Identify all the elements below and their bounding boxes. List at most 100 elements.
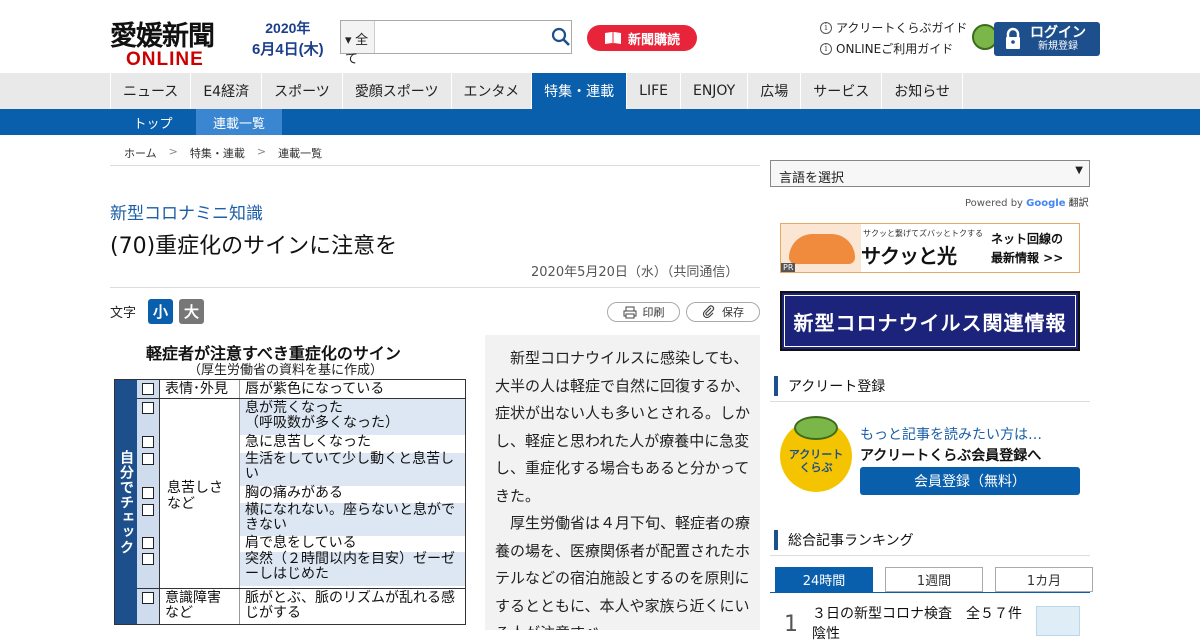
divider — [110, 287, 760, 288]
save-button[interactable]: 保存 — [686, 302, 760, 322]
checkbox — [142, 436, 154, 448]
sign-text: 急に息苦しくなった — [245, 434, 371, 450]
club-lead-text: もっと記事を読みたい方は… — [860, 427, 1042, 443]
tab-1week[interactable]: 1週間 — [885, 567, 983, 592]
checklist-side-label: 自分でチェック — [115, 380, 137, 624]
nav-life[interactable]: LIFE — [626, 73, 680, 109]
save-label: 保存 — [722, 306, 744, 319]
category-breathing: 息苦しさ など — [167, 480, 223, 512]
logo-title: 愛媛新聞 — [110, 21, 215, 52]
print-button[interactable]: 印刷 — [607, 302, 680, 322]
member-register-button[interactable]: 会員登録（無料） — [860, 467, 1080, 495]
sign-text: 横になれない。座らないと息ができない — [245, 502, 455, 533]
logo-subtitle: ONLINE — [126, 49, 204, 70]
lock-icon — [1006, 27, 1020, 49]
font-size-label: 文字 — [110, 306, 137, 321]
search-input[interactable] — [375, 21, 551, 53]
nav-enjoy[interactable]: ENJOY — [679, 73, 747, 109]
sign-text: 肩で息をしている — [245, 535, 357, 551]
search-scope-select[interactable]: ▾ 全て — [341, 21, 375, 66]
divider — [770, 592, 1090, 593]
covid-info-banner[interactable]: 新型コロナウイルス関連情報 — [780, 291, 1080, 351]
printer-icon — [623, 306, 636, 318]
acrete-heading-label: アクリート登録 — [788, 378, 886, 395]
google-translate-credit: Powered by Google 翻訳 — [965, 194, 1089, 209]
online-guide-label: ONLINEご利用ガイド — [836, 42, 954, 56]
checkbox — [142, 537, 154, 549]
checklist-table: 自分でチェック 表情･外見 唇が紫色になっている 息が荒くなった （呼吸数が多く… — [114, 379, 466, 625]
ranking-section-heading: 総合記事ランキング — [770, 524, 1090, 556]
search-icon — [551, 27, 570, 46]
sign-text: 息が荒くなった （呼吸数が多くなった） — [245, 400, 399, 431]
nav-egao-sports[interactable]: 愛顔スポーツ — [341, 73, 451, 109]
search-scope-value: 全て — [345, 32, 369, 66]
nav-features[interactable]: 特集・連載 — [531, 73, 627, 109]
language-select[interactable]: 言語を選択 ▼ — [770, 160, 1090, 187]
nav-services[interactable]: サービス — [800, 73, 881, 109]
frog-icon — [794, 416, 838, 440]
info-icon: i — [820, 42, 832, 55]
tab-1month[interactable]: 1カ月 — [995, 567, 1093, 592]
ad1-line1: ネット回線の — [991, 232, 1064, 246]
pr-badge: PR — [781, 263, 796, 272]
subnav-top[interactable]: トップ — [110, 109, 196, 135]
subscribe-button[interactable]: 新聞購読 — [587, 25, 697, 51]
breadcrumb: ホーム > 特集・連載 > 連載一覧 — [124, 145, 322, 161]
ad1-brand: サクッと光 — [861, 244, 957, 268]
date-day: 6月4日(木) — [252, 41, 324, 58]
checkbox — [142, 402, 154, 414]
online-guide-link[interactable]: i ONLINEご利用ガイド — [820, 40, 953, 57]
search-bar: ▾ 全て — [340, 20, 572, 66]
font-small-button[interactable]: 小 — [148, 299, 174, 324]
paperclip-icon — [702, 305, 715, 319]
ad1-line2: 最新情報 >> — [991, 251, 1064, 265]
acrete-section-heading: アクリート登録 — [770, 370, 1090, 402]
acrete-guide-link[interactable]: i アクリートくらぶガイド — [820, 19, 967, 36]
font-size-control: 文字 小 大 — [110, 299, 205, 324]
dropdown-arrow-icon: ▼ — [1075, 165, 1083, 176]
nav-e4-economy[interactable]: E4経済 — [190, 73, 261, 109]
sign-text: 突然（２時間以内を目安）ゼーゼーしはじめた — [245, 551, 455, 582]
info-icon: i — [820, 21, 832, 34]
powered-by-label: Powered by — [965, 198, 1023, 209]
checkbox — [142, 383, 154, 395]
nav-forum[interactable]: 広場 — [747, 73, 800, 109]
breadcrumb-features[interactable]: 特集・連載 — [190, 145, 245, 161]
main-nav: ニュース E4経済 スポーツ 愛顔スポーツ エンタメ 特集・連載 LIFE EN… — [0, 73, 1200, 109]
font-large-button[interactable]: 大 — [179, 299, 205, 324]
language-select-label: 言語を選択 — [779, 171, 845, 186]
checkbox — [142, 553, 154, 565]
site-logo[interactable]: 愛媛新聞 ONLINE — [110, 14, 240, 71]
sign-text: 唇が紫色になっている — [245, 381, 385, 397]
nav-news[interactable]: ニュース — [110, 73, 190, 109]
article-body: 新型コロナウイルスに感染しても、大半の人は軽症で自然に回復するか、症状が出ない人… — [485, 335, 760, 630]
google-label: Google — [1026, 198, 1066, 209]
rank-number: 1 — [784, 612, 798, 637]
sakutto-hikari-ad[interactable]: PR サクッと繋げてズバッとトクする サクッと光 ネット回線の 最新情報 >> — [780, 223, 1080, 273]
article-category[interactable]: 新型コロナミニ知識 — [110, 199, 263, 224]
ranking-heading-label: 総合記事ランキング — [788, 532, 914, 549]
sign-text: 生活をしていて少し動くと息苦しい — [245, 451, 455, 482]
club-cta-text[interactable]: アクリートくらぶ会員登録へ — [860, 445, 1041, 465]
checkbox — [142, 592, 154, 604]
nav-sports[interactable]: スポーツ — [261, 73, 342, 109]
login-button[interactable]: ログイン 新規登録 — [994, 22, 1100, 56]
subscribe-label: 新聞購読 — [627, 32, 680, 48]
rank-item-title[interactable]: ３日の新型コロナ検査 全５７件陰性 — [812, 604, 1032, 644]
nav-entertainment[interactable]: エンタメ — [450, 73, 532, 109]
breadcrumb-series-list[interactable]: 連載一覧 — [278, 145, 322, 161]
covid-info-label: 新型コロナウイルス関連情報 — [784, 295, 1076, 347]
checkbox — [142, 453, 154, 465]
search-button[interactable] — [551, 21, 571, 53]
category-consciousness: 意識障害 など — [165, 590, 221, 621]
acrete-club-badge: アクリートくらぶ — [780, 416, 852, 492]
checkbox — [142, 504, 154, 516]
figure-subtitle: （厚生労働省の資料を基に作成） — [188, 363, 384, 378]
nav-notices[interactable]: お知らせ — [881, 73, 963, 109]
print-label: 印刷 — [642, 306, 665, 319]
subnav-series-list[interactable]: 連載一覧 — [196, 109, 282, 135]
rank-item-thumbnail[interactable] — [1036, 606, 1080, 636]
breadcrumb-home[interactable]: ホーム — [124, 145, 157, 161]
date-year: 2020年 — [265, 20, 311, 36]
tab-24h[interactable]: 24時間 — [775, 567, 873, 592]
